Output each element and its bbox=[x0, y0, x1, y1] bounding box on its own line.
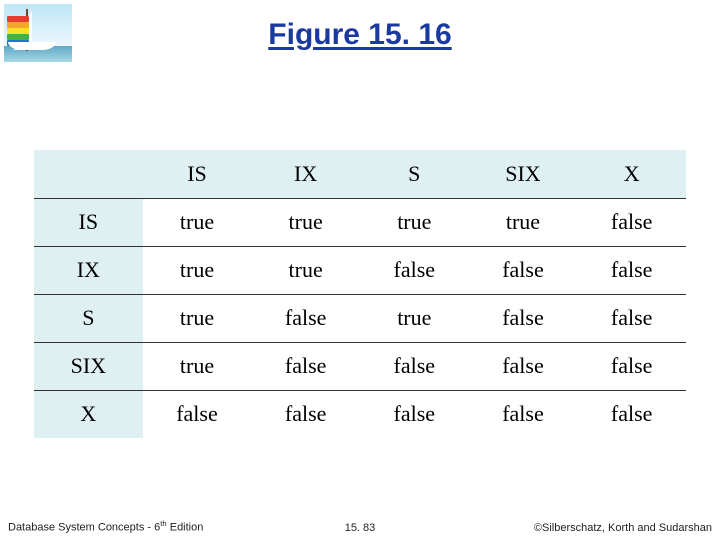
col-header: X bbox=[577, 150, 686, 198]
table-row: X false false false false false bbox=[34, 390, 686, 438]
cell: true bbox=[143, 294, 252, 342]
col-header: IS bbox=[143, 150, 252, 198]
slide: Figure 15. 16 IS IX S SIX X IS true true… bbox=[0, 0, 720, 540]
cell: false bbox=[577, 342, 686, 390]
cell: true bbox=[360, 294, 469, 342]
row-header: X bbox=[34, 390, 143, 438]
cell: false bbox=[251, 342, 360, 390]
table-header-row: IS IX S SIX X bbox=[34, 150, 686, 198]
cell: false bbox=[469, 342, 578, 390]
footer-right: ©Silberschatz, Korth and Sudarshan bbox=[534, 522, 712, 534]
cell: true bbox=[251, 246, 360, 294]
compatibility-table: IS IX S SIX X IS true true true true fal… bbox=[34, 150, 686, 438]
col-header: IX bbox=[251, 150, 360, 198]
table-row: IX true true false false false bbox=[34, 246, 686, 294]
col-header: S bbox=[360, 150, 469, 198]
row-header: SIX bbox=[34, 342, 143, 390]
cell: false bbox=[143, 390, 252, 438]
col-header: SIX bbox=[469, 150, 578, 198]
cell: false bbox=[577, 198, 686, 246]
table-corner bbox=[34, 150, 143, 198]
cell: false bbox=[469, 294, 578, 342]
cell: false bbox=[577, 294, 686, 342]
cell: false bbox=[360, 390, 469, 438]
cell: true bbox=[143, 198, 252, 246]
cell: false bbox=[251, 390, 360, 438]
cell: true bbox=[143, 342, 252, 390]
cell: false bbox=[469, 390, 578, 438]
cell: true bbox=[143, 246, 252, 294]
cell: true bbox=[360, 198, 469, 246]
slide-footer: Database System Concepts - 6th Edition 1… bbox=[8, 516, 712, 534]
row-header: S bbox=[34, 294, 143, 342]
cell: false bbox=[469, 246, 578, 294]
table-row: IS true true true true false bbox=[34, 198, 686, 246]
cell: false bbox=[577, 246, 686, 294]
row-header: IS bbox=[34, 198, 143, 246]
table-row: S true false true false false bbox=[34, 294, 686, 342]
cell: false bbox=[360, 246, 469, 294]
cell: true bbox=[469, 198, 578, 246]
page-title: Figure 15. 16 bbox=[0, 18, 720, 52]
cell: true bbox=[251, 198, 360, 246]
lock-compat-matrix: IS IX S SIX X IS true true true true fal… bbox=[34, 150, 686, 438]
cell: false bbox=[360, 342, 469, 390]
row-header: IX bbox=[34, 246, 143, 294]
table-row: SIX true false false false false bbox=[34, 342, 686, 390]
cell: false bbox=[251, 294, 360, 342]
cell: false bbox=[577, 390, 686, 438]
